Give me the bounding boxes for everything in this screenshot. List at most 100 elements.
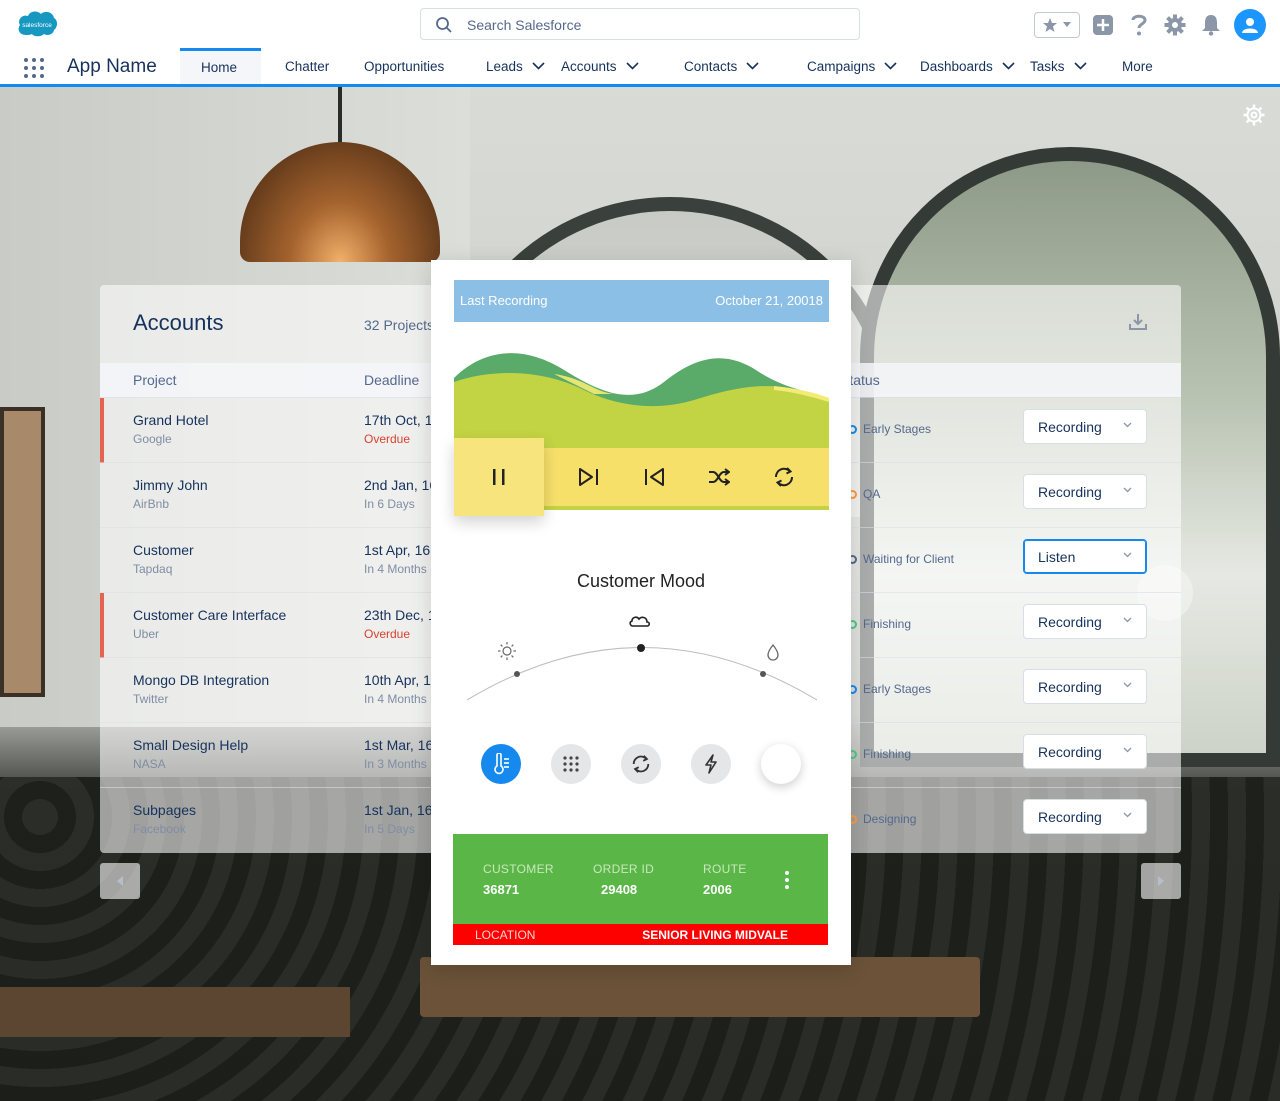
mood-slider[interactable]	[467, 615, 817, 715]
more-options-icon[interactable]	[784, 870, 790, 890]
tab-label: Leads	[486, 58, 523, 74]
tab-label: Home	[201, 60, 238, 75]
tab-accounts[interactable]: Accounts	[550, 48, 668, 84]
tab-contacts[interactable]: Contacts	[668, 48, 791, 84]
action-select-value: Recording	[1038, 678, 1102, 695]
tab-more[interactable]: More	[1103, 48, 1179, 84]
project-status: Finishing	[848, 617, 911, 631]
chevron-down-icon	[1063, 22, 1071, 27]
status-label: Finishing	[863, 747, 912, 761]
location-bar: LOCATION SENIOR LIVING MIDVALE	[453, 924, 828, 945]
panel-title: Accounts	[133, 310, 224, 335]
app-launcher-icon[interactable]	[24, 58, 44, 78]
mood-action-button[interactable]	[761, 744, 801, 784]
repeat-button[interactable]	[772, 465, 796, 489]
tab-label: Chatter	[285, 58, 330, 74]
project-name[interactable]: Jimmy John	[133, 477, 208, 493]
project-name[interactable]: Subpages	[133, 802, 196, 818]
previous-track-button[interactable]	[642, 465, 666, 489]
tab-opportunities[interactable]: Opportunities	[352, 48, 474, 84]
route-value: 2006	[703, 882, 732, 897]
download-icon[interactable]	[1128, 313, 1148, 331]
project-name[interactable]: Customer	[133, 542, 194, 558]
chevron-down-icon[interactable]	[1073, 62, 1087, 70]
setup-button[interactable]	[1162, 12, 1188, 38]
energy-button[interactable]	[691, 744, 731, 784]
deadline-date: 10th Apr, 16	[364, 672, 439, 688]
next-track-button[interactable]	[577, 465, 601, 489]
project-name[interactable]: Customer Care Interface	[133, 607, 286, 623]
chevron-down-icon[interactable]	[1002, 62, 1015, 70]
company-name: Tapdaq	[133, 562, 173, 576]
next-page-button[interactable]	[1141, 863, 1181, 899]
deadline-date: 17th Oct, 15	[364, 412, 441, 428]
project-name[interactable]: Mongo DB Integration	[133, 672, 269, 688]
chevron-down-icon[interactable]	[532, 62, 545, 70]
sun-icon	[498, 642, 516, 660]
chevron-left-icon	[117, 876, 123, 886]
tab-dashboards[interactable]: Dashboards	[904, 48, 1019, 84]
app-name: App Name	[67, 56, 157, 77]
action-select[interactable]: Recording	[1023, 799, 1147, 834]
deadline-status: In 3 Months	[364, 757, 427, 771]
gear-icon	[1164, 14, 1186, 36]
action-select[interactable]: Recording	[1023, 669, 1147, 704]
company-name: Facebook	[133, 822, 186, 836]
chevron-down-icon[interactable]	[884, 62, 897, 70]
action-select[interactable]: Listen	[1023, 539, 1147, 574]
help-button[interactable]	[1126, 12, 1152, 38]
temperature-button[interactable]	[481, 744, 521, 784]
global-add-button[interactable]	[1090, 12, 1116, 38]
search-input[interactable]	[467, 15, 847, 35]
tab-campaigns[interactable]: Campaigns	[791, 48, 904, 84]
tab-home[interactable]: Home	[180, 48, 261, 84]
mood-stop-cloudy	[637, 644, 645, 652]
action-select[interactable]: Recording	[1023, 409, 1147, 444]
chevron-down-icon[interactable]	[625, 62, 639, 70]
deadline-date: 1st Mar, 16	[364, 737, 434, 753]
page-settings-gear-icon[interactable]	[1242, 103, 1266, 127]
project-name[interactable]: Grand Hotel	[133, 412, 208, 428]
skip-next-icon	[579, 468, 598, 486]
recording-date: October 21, 20018	[715, 293, 823, 308]
chevron-down-icon[interactable]	[746, 62, 759, 70]
sync-button[interactable]	[621, 744, 661, 784]
deadline-status: In 4 Months	[364, 562, 427, 576]
route-label: ROUTE	[703, 862, 747, 876]
project-name[interactable]: Small Design Help	[133, 737, 248, 753]
deadline-status: In 4 Months	[364, 692, 427, 706]
pause-button[interactable]	[454, 438, 544, 516]
user-avatar[interactable]	[1234, 9, 1266, 41]
tab-tasks[interactable]: Tasks	[1019, 48, 1103, 84]
action-select[interactable]: Recording	[1023, 604, 1147, 639]
user-icon	[1242, 18, 1258, 33]
status-label: QA	[863, 487, 881, 501]
salesforce-logo[interactable]: salesforce	[16, 8, 58, 38]
chevron-down-icon	[1123, 422, 1132, 428]
company-name: Twitter	[133, 692, 169, 706]
keypad-button[interactable]	[551, 744, 591, 784]
chevron-down-icon	[1123, 552, 1132, 558]
recording-card: Last Recording October 21, 20018 Custome…	[431, 260, 851, 965]
tab-chatter[interactable]: Chatter	[261, 48, 352, 84]
chevron-down-icon	[1123, 747, 1132, 753]
notifications-button[interactable]	[1198, 12, 1224, 38]
tab-label: More	[1122, 58, 1153, 74]
tab-label: Accounts	[561, 58, 617, 74]
tab-label: Campaigns	[807, 58, 876, 74]
question-icon	[1131, 14, 1147, 36]
deadline-date: 1st Apr, 16	[364, 542, 431, 558]
column-deadline[interactable]: Deadline	[364, 372, 419, 388]
tab-leads[interactable]: Leads	[474, 48, 550, 84]
action-select[interactable]: Recording	[1023, 734, 1147, 769]
favorites-button[interactable]	[1034, 12, 1080, 38]
action-select[interactable]: Recording	[1023, 474, 1147, 509]
action-select-value: Recording	[1038, 483, 1102, 500]
prev-page-button[interactable]	[100, 863, 140, 899]
chevron-down-icon	[1123, 682, 1132, 688]
column-project[interactable]: Project	[133, 372, 177, 388]
order-info-bar: CUSTOMER 36871 ORDER ID 29408 ROUTE 2006	[453, 834, 828, 924]
search-box[interactable]	[420, 8, 860, 40]
project-count: 32 Projects	[364, 317, 435, 333]
shuffle-button[interactable]	[707, 465, 731, 489]
